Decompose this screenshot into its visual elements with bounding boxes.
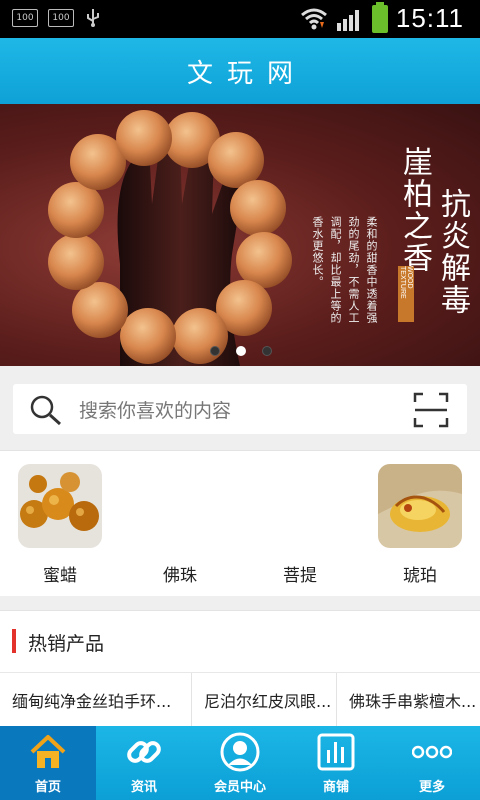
banner-subtitle: 抗炎解毒 xyxy=(435,188,470,316)
notification-icon: 100 xyxy=(48,9,74,27)
product-list: 缅甸纯净金丝珀手环... 尼泊尔红皮凤眼... 佛珠手串紫檀木... xyxy=(0,673,480,727)
nav-more[interactable]: 更多 xyxy=(384,726,480,800)
search-placeholder: 搜索你喜欢的内容 xyxy=(79,400,232,422)
product-item[interactable]: 尼泊尔红皮凤眼... xyxy=(192,673,337,727)
banner-text-line: 劲的尾劲，不需人工 xyxy=(347,216,360,324)
carousel-dot-active[interactable] xyxy=(236,346,246,356)
title-bar: 文玩网 xyxy=(0,38,480,104)
nav-label: 商铺 xyxy=(322,780,349,795)
usb-icon xyxy=(87,9,99,27)
nav-member-center[interactable]: 会员中心 xyxy=(192,726,288,800)
search-input[interactable]: 搜索你喜欢的内容 xyxy=(13,384,467,434)
link-icon xyxy=(127,741,161,763)
wifi-icon xyxy=(300,8,327,29)
category-item[interactable]: 蜜蜡 xyxy=(0,451,120,597)
page-title: 文玩网 xyxy=(186,58,307,89)
category-grid: 蜜蜡 佛珠 菩提 琥珀 xyxy=(0,450,480,596)
product-item[interactable]: 佛珠手串紫檀木... xyxy=(337,673,480,727)
nav-label: 会员中心 xyxy=(213,780,266,795)
banner-text-line: 柔和的甜香中透着强 xyxy=(365,216,378,324)
category-item[interactable]: 琥珀 xyxy=(360,451,480,597)
category-label: 蜜蜡 xyxy=(43,566,77,586)
nav-home[interactable]: 首页 xyxy=(0,726,96,800)
battery-icon xyxy=(371,1,388,33)
search-icon xyxy=(30,395,62,426)
banner-text-line: 调配，却比最上等的 xyxy=(329,216,342,324)
home-icon xyxy=(30,735,66,768)
bottom-nav: 首页 资讯 会员中心 商铺 更多 xyxy=(0,726,480,800)
carousel-dot[interactable] xyxy=(262,346,272,356)
amber-beads-image xyxy=(18,464,102,548)
nav-label: 资讯 xyxy=(130,780,157,795)
product-item[interactable]: 缅甸纯净金丝珀手环... xyxy=(0,673,192,727)
hot-products-section: 热销产品 缅甸纯净金丝珀手环... 尼泊尔红皮凤眼... 佛珠手串紫檀木... xyxy=(0,610,480,727)
category-item[interactable]: 佛珠 xyxy=(120,451,240,597)
user-icon xyxy=(220,732,260,772)
category-label: 佛珠 xyxy=(163,566,197,586)
search-area: 搜索你喜欢的内容 xyxy=(0,366,480,450)
section-marker xyxy=(12,629,16,653)
section-header: 热销产品 xyxy=(0,611,480,673)
category-label: 菩提 xyxy=(283,566,317,586)
amber-carving-image xyxy=(378,464,462,548)
nav-label: 更多 xyxy=(418,780,445,795)
status-bar: 100 100 15:11 xyxy=(0,0,480,38)
banner-tag: WOOD TEXTURE xyxy=(398,266,414,322)
clock: 15:11 xyxy=(395,3,464,33)
scan-icon[interactable] xyxy=(413,392,449,428)
carousel-dots[interactable] xyxy=(210,346,272,356)
category-item[interactable]: 菩提 xyxy=(240,451,360,597)
signal-icon xyxy=(336,9,359,31)
chart-icon xyxy=(317,733,355,771)
more-icon xyxy=(412,745,452,759)
section-title: 热销产品 xyxy=(28,633,105,655)
carousel-dot[interactable] xyxy=(210,346,220,356)
banner-text-line: 香水更悠长。 xyxy=(311,216,324,288)
nav-label: 首页 xyxy=(34,780,61,795)
nav-news[interactable]: 资讯 xyxy=(96,726,192,800)
nav-shops[interactable]: 商铺 xyxy=(288,726,384,800)
banner-carousel[interactable]: 崖柏之香 抗炎解毒 WOOD TEXTURE 柔和的甜香中透着强 劲的尾劲，不需… xyxy=(0,104,480,366)
notification-icon: 100 xyxy=(12,9,38,27)
category-label: 琥珀 xyxy=(403,566,437,586)
